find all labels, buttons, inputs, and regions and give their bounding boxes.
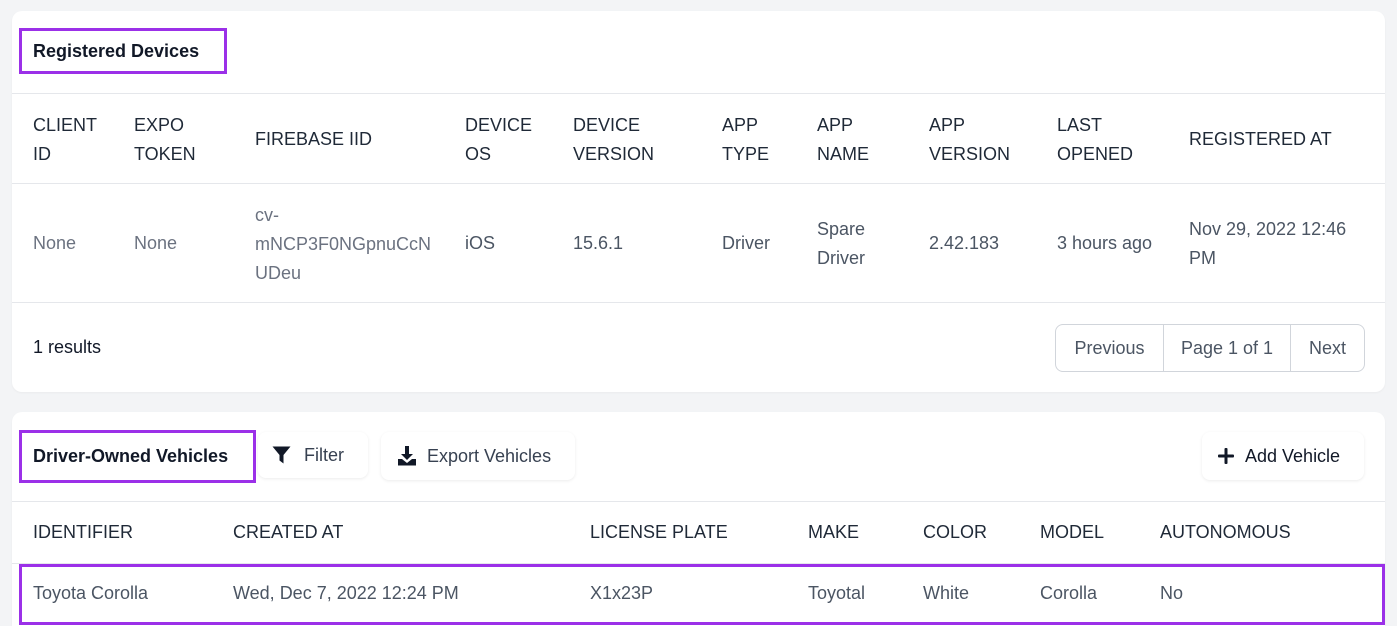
page-indicator: Page 1 of 1: [1164, 325, 1291, 371]
download-icon: [397, 446, 417, 466]
driver-owned-vehicles-card: Driver-Owned Vehicles Filter Export Vehi…: [12, 412, 1385, 626]
column-header-created-at[interactable]: CREATED AT: [233, 518, 343, 547]
cell-app-type: Driver: [722, 233, 770, 253]
column-header-device-os[interactable]: DEVICE OS: [465, 111, 532, 169]
cell-app-name: Spare Driver: [817, 219, 866, 268]
column-header-last-opened[interactable]: LAST OPENED: [1057, 111, 1133, 169]
divider: [12, 183, 1385, 184]
divider: [12, 501, 1385, 502]
filter-icon: [272, 446, 291, 464]
cell-registered-at: Nov 29, 2022 12:46 PM: [1189, 219, 1347, 268]
pagination: Previous Page 1 of 1 Next: [1055, 324, 1365, 372]
cell-color: White: [923, 583, 970, 603]
previous-page-button[interactable]: Previous: [1056, 325, 1164, 371]
cell-license-plate: X1x23P: [590, 583, 654, 603]
registered-devices-title: Registered Devices: [19, 28, 227, 74]
registered-devices-card: Registered Devices CLIENT ID EXPO TOKEN FI…: [12, 11, 1385, 392]
column-header-color[interactable]: COLOR: [923, 518, 987, 547]
driver-owned-vehicles-title: Driver-Owned Vehicles: [19, 430, 256, 483]
cell-last-opened: 3 hours ago: [1057, 233, 1153, 253]
cell-model: Corolla: [1040, 583, 1098, 603]
column-header-client-id[interactable]: CLIENT ID: [33, 111, 97, 169]
column-header-device-version[interactable]: DEVICE VERSION: [573, 111, 654, 169]
column-header-app-name[interactable]: APP NAME: [817, 111, 869, 169]
cell-identifier[interactable]: Toyota Corolla: [33, 579, 148, 608]
export-label: Export Vehicles: [427, 445, 552, 466]
add-vehicle-button[interactable]: Add Vehicle: [1202, 432, 1364, 480]
filter-button[interactable]: Filter: [258, 432, 368, 478]
cell-device-version: 15.6.1: [573, 233, 624, 253]
column-header-identifier[interactable]: IDENTIFIER: [33, 518, 133, 547]
column-header-registered-at[interactable]: REGISTERED AT: [1189, 125, 1332, 154]
cell-app-version: 2.42.183: [929, 233, 1000, 253]
add-vehicle-label: Add Vehicle: [1245, 445, 1341, 466]
cell-client-id: None: [33, 233, 77, 253]
cell-make: Toyotal: [808, 583, 866, 603]
column-header-app-version[interactable]: APP VERSION: [929, 111, 1010, 169]
column-header-expo-token[interactable]: EXPO TOKEN: [134, 111, 196, 169]
export-vehicles-button[interactable]: Export Vehicles: [381, 432, 575, 480]
cell-device-os: iOS: [465, 233, 496, 253]
column-header-autonomous[interactable]: AUTONOMOUS: [1160, 518, 1291, 547]
plus-icon: [1217, 447, 1235, 465]
cell-autonomous: No: [1160, 583, 1184, 603]
column-header-make[interactable]: MAKE: [808, 518, 859, 547]
cell-created-at: Wed, Dec 7, 2022 12:24 PM: [233, 583, 459, 603]
column-header-firebase-iid[interactable]: FIREBASE IID: [255, 125, 372, 154]
divider: [12, 302, 1385, 303]
column-header-app-type[interactable]: APP TYPE: [722, 111, 769, 169]
column-header-model[interactable]: MODEL: [1040, 518, 1104, 547]
next-page-button[interactable]: Next: [1291, 325, 1364, 371]
column-header-license-plate[interactable]: LICENSE PLATE: [590, 518, 728, 547]
filter-label: Filter: [304, 444, 344, 465]
cell-expo-token: None: [134, 233, 178, 253]
divider: [12, 93, 1385, 94]
cell-firebase-iid: cv- mNCP3F0NGpnuCcN UDeu: [255, 205, 432, 283]
results-count: 1 results: [33, 337, 102, 357]
